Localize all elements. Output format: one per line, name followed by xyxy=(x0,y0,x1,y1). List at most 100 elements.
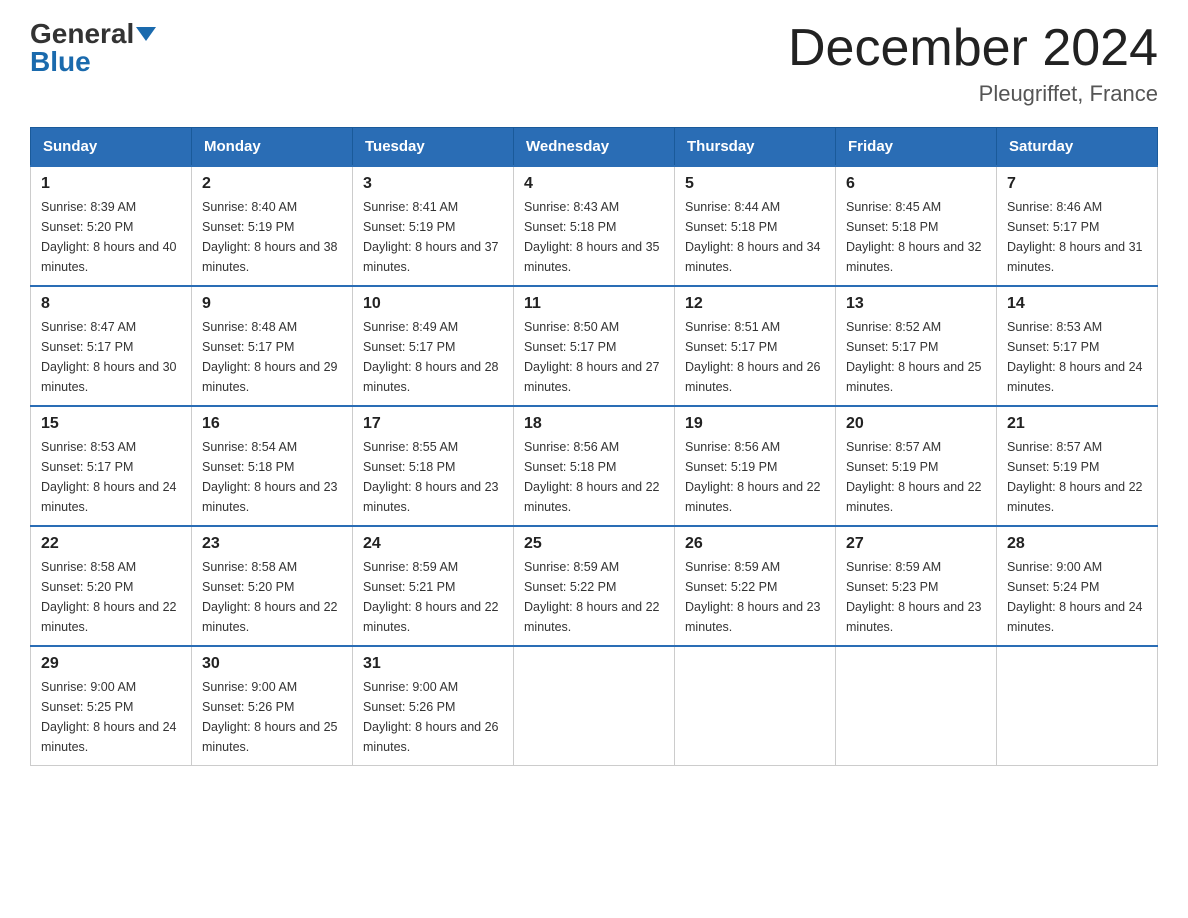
table-row: 31 Sunrise: 9:00 AMSunset: 5:26 PMDayligh… xyxy=(353,646,514,766)
day-info: Sunrise: 8:41 AMSunset: 5:19 PMDaylight:… xyxy=(363,197,503,277)
day-info: Sunrise: 9:00 AMSunset: 5:26 PMDaylight:… xyxy=(363,677,503,757)
table-row: 24 Sunrise: 8:59 AMSunset: 5:21 PMDayligh… xyxy=(353,526,514,646)
calendar-table: Sunday Monday Tuesday Wednesday Thursday… xyxy=(30,127,1158,766)
month-year-title: December 2024 xyxy=(788,20,1158,77)
day-info: Sunrise: 8:50 AMSunset: 5:17 PMDaylight:… xyxy=(524,317,664,397)
table-row: 26 Sunrise: 8:59 AMSunset: 5:22 PMDayligh… xyxy=(675,526,836,646)
page-header: General Blue December 2024 Pleugriffet, … xyxy=(30,20,1158,107)
table-row: 29 Sunrise: 9:00 AMSunset: 5:25 PMDayligh… xyxy=(31,646,192,766)
table-row: 20 Sunrise: 8:57 AMSunset: 5:19 PMDayligh… xyxy=(836,406,997,526)
logo-triangle-icon xyxy=(136,27,156,41)
day-number: 31 xyxy=(363,655,503,673)
day-number: 25 xyxy=(524,535,664,553)
day-info: Sunrise: 8:43 AMSunset: 5:18 PMDaylight:… xyxy=(524,197,664,277)
table-row: 30 Sunrise: 9:00 AMSunset: 5:26 PMDayligh… xyxy=(192,646,353,766)
day-number: 28 xyxy=(1007,535,1147,553)
day-info: Sunrise: 8:52 AMSunset: 5:17 PMDaylight:… xyxy=(846,317,986,397)
day-number: 1 xyxy=(41,175,181,193)
table-row: 27Sunrise: 8:59 AMSunset: 5:23 PMDayligh… xyxy=(836,526,997,646)
table-row xyxy=(514,646,675,766)
day-info: Sunrise: 9:00 AMSunset: 5:25 PMDaylight:… xyxy=(41,677,181,757)
day-info: Sunrise: 9:00 AMSunset: 5:26 PMDaylight:… xyxy=(202,677,342,757)
day-number: 4 xyxy=(524,175,664,193)
table-row: 28 Sunrise: 9:00 AMSunset: 5:24 PMDayligh… xyxy=(997,526,1158,646)
day-info: Sunrise: 8:49 AMSunset: 5:17 PMDaylight:… xyxy=(363,317,503,397)
day-number: 22 xyxy=(41,535,181,553)
table-row: 15 Sunrise: 8:53 AMSunset: 5:17 PMDayligh… xyxy=(31,406,192,526)
day-number: 16 xyxy=(202,415,342,433)
day-info: Sunrise: 9:00 AMSunset: 5:24 PMDaylight:… xyxy=(1007,557,1147,637)
table-row: 8 Sunrise: 8:47 AMSunset: 5:17 PMDaylight… xyxy=(31,286,192,406)
col-friday: Friday xyxy=(836,128,997,167)
day-info: Sunrise: 8:39 AMSunset: 5:20 PMDaylight:… xyxy=(41,197,181,277)
table-row: 22 Sunrise: 8:58 AMSunset: 5:20 PMDayligh… xyxy=(31,526,192,646)
day-number: 30 xyxy=(202,655,342,673)
day-number: 8 xyxy=(41,295,181,313)
table-row: 10 Sunrise: 8:49 AMSunset: 5:17 PMDayligh… xyxy=(353,286,514,406)
calendar-week-row: 22 Sunrise: 8:58 AMSunset: 5:20 PMDayligh… xyxy=(31,526,1158,646)
table-row xyxy=(675,646,836,766)
day-number: 13 xyxy=(846,295,986,313)
day-info: Sunrise: 8:48 AMSunset: 5:17 PMDaylight:… xyxy=(202,317,342,397)
table-row: 13 Sunrise: 8:52 AMSunset: 5:17 PMDayligh… xyxy=(836,286,997,406)
col-monday: Monday xyxy=(192,128,353,167)
table-row: 11 Sunrise: 8:50 AMSunset: 5:17 PMDayligh… xyxy=(514,286,675,406)
day-info: Sunrise: 8:47 AMSunset: 5:17 PMDaylight:… xyxy=(41,317,181,397)
day-number: 6 xyxy=(846,175,986,193)
day-number: 14 xyxy=(1007,295,1147,313)
table-row xyxy=(997,646,1158,766)
day-number: 17 xyxy=(363,415,503,433)
day-info: Sunrise: 8:45 AMSunset: 5:18 PMDaylight:… xyxy=(846,197,986,277)
day-number: 24 xyxy=(363,535,503,553)
calendar-week-row: 8 Sunrise: 8:47 AMSunset: 5:17 PMDaylight… xyxy=(31,286,1158,406)
day-number: 23 xyxy=(202,535,342,553)
table-row: 9 Sunrise: 8:48 AMSunset: 5:17 PMDaylight… xyxy=(192,286,353,406)
day-number: 9 xyxy=(202,295,342,313)
day-number: 11 xyxy=(524,295,664,313)
col-thursday: Thursday xyxy=(675,128,836,167)
day-number: 15 xyxy=(41,415,181,433)
day-number: 2 xyxy=(202,175,342,193)
day-info: Sunrise: 8:59 AMSunset: 5:22 PMDaylight:… xyxy=(685,557,825,637)
table-row: 16 Sunrise: 8:54 AMSunset: 5:18 PMDayligh… xyxy=(192,406,353,526)
table-row: 7Sunrise: 8:46 AMSunset: 5:17 PMDaylight… xyxy=(997,166,1158,286)
table-row: 14Sunrise: 8:53 AMSunset: 5:17 PMDayligh… xyxy=(997,286,1158,406)
day-number: 26 xyxy=(685,535,825,553)
day-number: 19 xyxy=(685,415,825,433)
day-info: Sunrise: 8:59 AMSunset: 5:21 PMDaylight:… xyxy=(363,557,503,637)
title-block: December 2024 Pleugriffet, France xyxy=(788,20,1158,107)
col-sunday: Sunday xyxy=(31,128,192,167)
day-info: Sunrise: 8:57 AMSunset: 5:19 PMDaylight:… xyxy=(846,437,986,517)
table-row: 25 Sunrise: 8:59 AMSunset: 5:22 PMDayligh… xyxy=(514,526,675,646)
col-saturday: Saturday xyxy=(997,128,1158,167)
calendar-week-row: 29 Sunrise: 9:00 AMSunset: 5:25 PMDayligh… xyxy=(31,646,1158,766)
logo-blue-text: Blue xyxy=(30,48,91,76)
day-number: 10 xyxy=(363,295,503,313)
calendar-header-row: Sunday Monday Tuesday Wednesday Thursday… xyxy=(31,128,1158,167)
day-info: Sunrise: 8:59 AMSunset: 5:23 PMDaylight:… xyxy=(846,557,986,637)
day-number: 20 xyxy=(846,415,986,433)
day-info: Sunrise: 8:44 AMSunset: 5:18 PMDaylight:… xyxy=(685,197,825,277)
col-wednesday: Wednesday xyxy=(514,128,675,167)
day-number: 29 xyxy=(41,655,181,673)
day-info: Sunrise: 8:58 AMSunset: 5:20 PMDaylight:… xyxy=(41,557,181,637)
table-row: 12Sunrise: 8:51 AMSunset: 5:17 PMDayligh… xyxy=(675,286,836,406)
table-row: 5Sunrise: 8:44 AMSunset: 5:18 PMDaylight… xyxy=(675,166,836,286)
location-subtitle: Pleugriffet, France xyxy=(788,81,1158,107)
table-row xyxy=(836,646,997,766)
col-tuesday: Tuesday xyxy=(353,128,514,167)
day-number: 12 xyxy=(685,295,825,313)
logo: General Blue xyxy=(30,20,156,76)
day-number: 7 xyxy=(1007,175,1147,193)
calendar-week-row: 15 Sunrise: 8:53 AMSunset: 5:17 PMDayligh… xyxy=(31,406,1158,526)
calendar-week-row: 1 Sunrise: 8:39 AMSunset: 5:20 PMDaylight… xyxy=(31,166,1158,286)
table-row: 17Sunrise: 8:55 AMSunset: 5:18 PMDayligh… xyxy=(353,406,514,526)
table-row: 6 Sunrise: 8:45 AMSunset: 5:18 PMDaylight… xyxy=(836,166,997,286)
table-row: 23Sunrise: 8:58 AMSunset: 5:20 PMDayligh… xyxy=(192,526,353,646)
table-row: 2Sunrise: 8:40 AMSunset: 5:19 PMDaylight… xyxy=(192,166,353,286)
table-row: 1 Sunrise: 8:39 AMSunset: 5:20 PMDaylight… xyxy=(31,166,192,286)
day-info: Sunrise: 8:59 AMSunset: 5:22 PMDaylight:… xyxy=(524,557,664,637)
day-info: Sunrise: 8:54 AMSunset: 5:18 PMDaylight:… xyxy=(202,437,342,517)
day-info: Sunrise: 8:53 AMSunset: 5:17 PMDaylight:… xyxy=(41,437,181,517)
table-row: 4 Sunrise: 8:43 AMSunset: 5:18 PMDaylight… xyxy=(514,166,675,286)
